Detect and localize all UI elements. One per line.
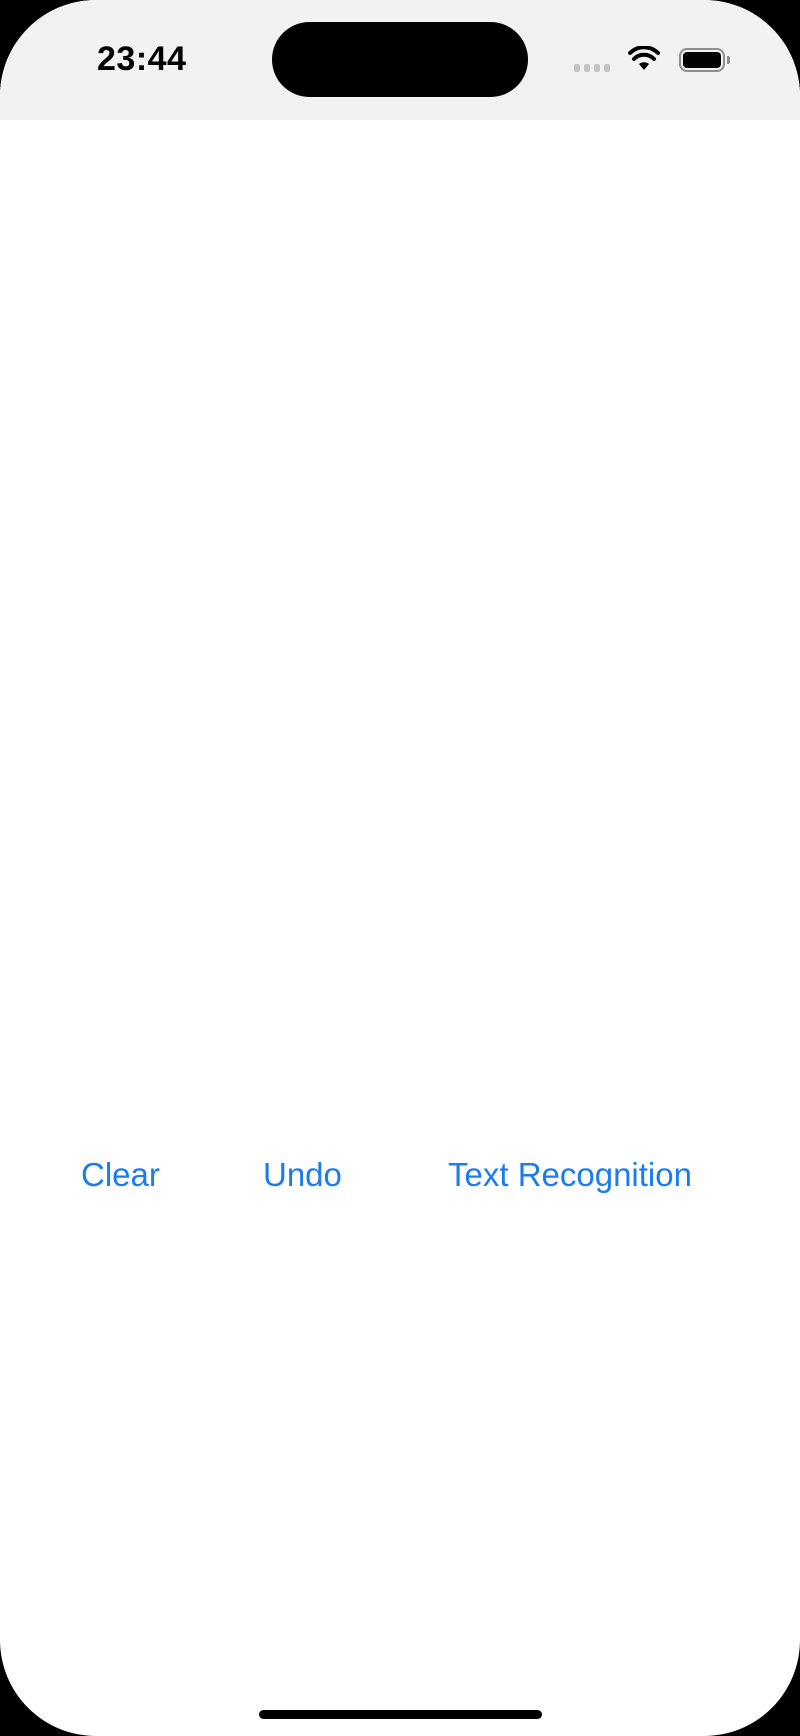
status-bar: 23:44 bbox=[0, 0, 800, 120]
app-screen: 23:44 Clear Undo Text Recognition bbox=[0, 0, 800, 1736]
undo-button[interactable]: Undo bbox=[263, 1156, 342, 1194]
text-recognition-button[interactable]: Text Recognition bbox=[448, 1156, 692, 1194]
battery-tip bbox=[727, 56, 730, 64]
wifi-icon bbox=[628, 46, 660, 70]
status-time: 23:44 bbox=[97, 40, 187, 78]
home-indicator[interactable] bbox=[259, 1710, 542, 1719]
battery-icon bbox=[679, 48, 725, 72]
clear-button[interactable]: Clear bbox=[81, 1156, 160, 1194]
cellular-signal-icon bbox=[574, 64, 610, 72]
dynamic-island bbox=[272, 22, 528, 97]
drawing-canvas[interactable] bbox=[0, 120, 800, 1120]
